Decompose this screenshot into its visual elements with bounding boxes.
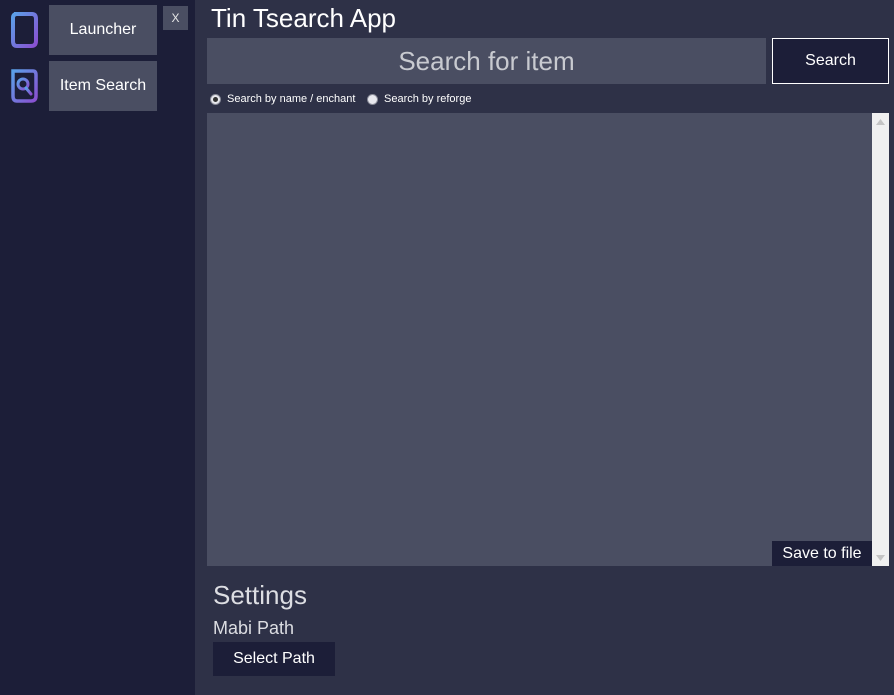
item-search-icon xyxy=(8,66,40,106)
search-button-label: Search xyxy=(805,52,856,69)
close-button[interactable]: X xyxy=(163,6,188,30)
close-icon: X xyxy=(171,11,180,25)
select-path-button[interactable]: Select Path xyxy=(213,642,335,676)
radio-label: Search by name / enchant xyxy=(227,93,356,105)
search-button[interactable]: Search xyxy=(772,38,889,84)
sidebar-item-label: Launcher xyxy=(69,21,137,38)
save-to-file-label: Save to file xyxy=(782,544,862,562)
sidebar: Launcher Item Search X xyxy=(0,0,195,695)
scroll-down-arrow-icon[interactable] xyxy=(872,549,889,566)
scroll-up-arrow-icon[interactable] xyxy=(872,113,889,130)
sidebar-item-label: Item Search xyxy=(59,77,147,94)
save-to-file-button[interactable]: Save to file xyxy=(772,541,872,566)
launcher-icon xyxy=(8,10,40,50)
results-list[interactable] xyxy=(207,113,872,566)
app-title: Tin Tsearch App xyxy=(211,3,396,33)
radio-checked-icon xyxy=(210,93,221,105)
search-input[interactable] xyxy=(207,38,766,84)
mabi-path-label: Mabi Path xyxy=(213,618,295,638)
select-path-label: Select Path xyxy=(233,650,315,667)
results-scrollbar[interactable] xyxy=(872,113,889,566)
sidebar-item-item-search[interactable]: Item Search xyxy=(49,61,157,111)
radio-label: Search by reforge xyxy=(384,93,472,105)
settings-title: Settings xyxy=(213,580,307,610)
radio-unchecked-icon xyxy=(367,93,378,105)
radio-search-by-reforge[interactable]: Search by reforge xyxy=(367,91,471,107)
radio-search-by-name[interactable]: Search by name / enchant xyxy=(210,91,355,107)
sidebar-item-launcher[interactable]: Launcher xyxy=(49,5,157,55)
